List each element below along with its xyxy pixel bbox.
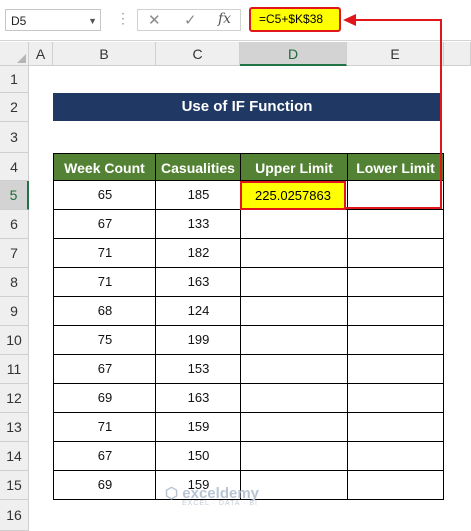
watermark-icon: ⬡ xyxy=(165,485,179,502)
annotation-arrow xyxy=(343,14,442,209)
watermark-tagline: EXCEL · DATA · BI xyxy=(182,500,258,507)
